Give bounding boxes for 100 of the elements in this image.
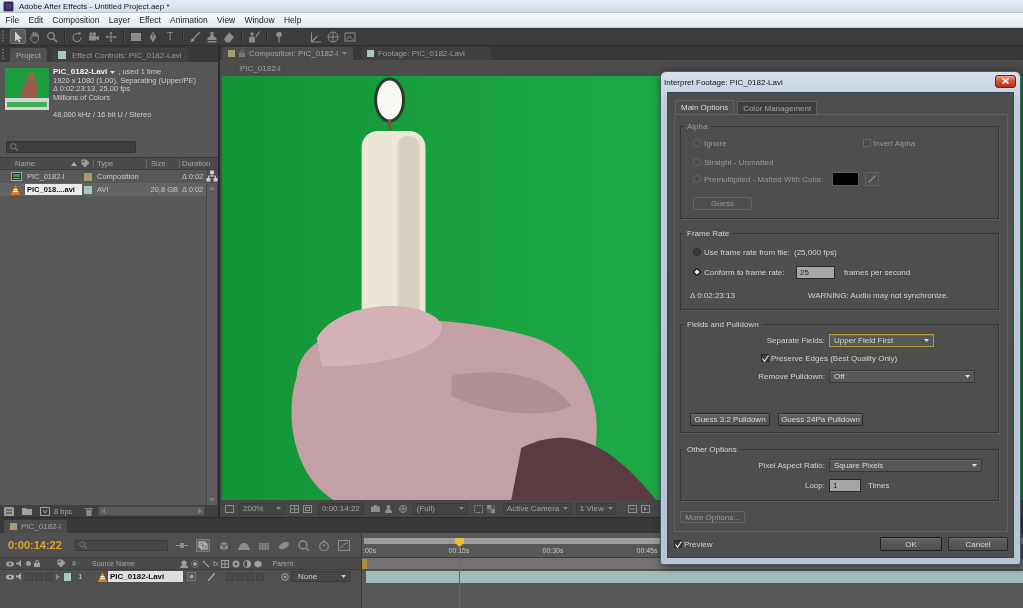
grid-box-icon <box>221 559 230 568</box>
scroll-right-icon[interactable] <box>198 508 203 514</box>
grid-icon[interactable] <box>290 504 299 513</box>
eye-icon[interactable] <box>6 573 14 580</box>
checkerboard-icon[interactable] <box>486 504 495 513</box>
pin-icon <box>273 30 285 43</box>
tool-button[interactable] <box>342 29 358 44</box>
marker-icon[interactable] <box>362 558 367 569</box>
menu-item[interactable]: Composition <box>47 15 105 25</box>
scrollbar[interactable] <box>98 506 206 516</box>
dialog-tab[interactable]: Color Management <box>737 101 818 114</box>
panel-tab[interactable]: Composition: PIC_0182-l <box>222 47 353 60</box>
time-display[interactable]: 0:00:14:22 <box>318 502 364 515</box>
magnifier-icon[interactable] <box>297 539 310 551</box>
close-icon <box>1002 78 1009 84</box>
cancel-button[interactable]: Cancel <box>948 537 1008 551</box>
lock-icon <box>34 560 40 567</box>
menu-item[interactable]: Window <box>239 15 280 25</box>
sort-arrow-icon[interactable] <box>71 161 77 166</box>
camera-view-dropdown[interactable]: Active Camera <box>502 502 572 515</box>
dot-box-icon[interactable] <box>187 572 196 581</box>
play-box-icon[interactable] <box>640 504 650 513</box>
current-time[interactable]: 0:00:14:22 <box>8 539 62 551</box>
dropdown[interactable]: Off <box>829 370 975 383</box>
type-tool-button[interactable]: T <box>162 29 178 44</box>
panel-tab[interactable]: Effect Controls: PIC_0182-Lavi <box>51 48 188 62</box>
ok-button[interactable]: OK <box>880 537 942 551</box>
dialog-tab[interactable]: Main Options <box>675 100 735 114</box>
resolution-dropdown[interactable]: (Full) <box>412 502 468 515</box>
panel-tab[interactable]: Project <box>10 48 47 62</box>
option-label: Invert Alpha <box>873 138 916 148</box>
person-icon[interactable] <box>384 504 392 513</box>
tool-button[interactable] <box>44 29 60 44</box>
parent-dropdown[interactable]: None <box>291 571 350 582</box>
dashed-rectangle-icon[interactable] <box>473 504 483 513</box>
label-swatch-icon[interactable] <box>64 572 71 581</box>
layer-name[interactable]: PIC_0182-Lavi <box>108 571 183 582</box>
menu-item[interactable]: Animation <box>165 15 213 25</box>
minus-box-icon[interactable] <box>627 504 637 513</box>
tool-button[interactable] <box>325 29 341 44</box>
tool-button[interactable] <box>69 29 85 44</box>
square-icon <box>366 50 374 57</box>
label-swatch-icon[interactable] <box>84 172 92 181</box>
group-title: Fields and Pulldown <box>686 320 760 329</box>
scroll-left-icon[interactable] <box>101 508 106 514</box>
rectangle-outline-icon[interactable] <box>225 504 234 513</box>
tool-button[interactable] <box>86 29 102 44</box>
search-field[interactable] <box>6 141 136 153</box>
menu-item[interactable]: View <box>212 15 240 25</box>
cube-icon[interactable] <box>217 539 230 551</box>
trash-icon[interactable] <box>85 506 94 516</box>
guess-pulldown-button[interactable]: Guess 3:2 Pulldown <box>690 413 770 426</box>
label-swatch-icon[interactable] <box>84 185 92 194</box>
caret-icon <box>965 375 970 378</box>
curve-graph-icon[interactable] <box>337 539 350 551</box>
target-icon[interactable] <box>281 572 289 581</box>
loop-input[interactable]: 1 <box>829 479 861 492</box>
layers-icon[interactable] <box>195 538 210 552</box>
menu-item[interactable]: File <box>1 15 24 25</box>
zoom-dropdown[interactable]: 200% <box>239 502 285 515</box>
stopwatch-icon[interactable] <box>317 539 330 551</box>
lock-icon[interactable] <box>239 50 245 57</box>
folder-icon[interactable] <box>22 507 32 515</box>
dropdown[interactable]: Upper Field First <box>829 334 934 347</box>
checkbox[interactable] <box>674 540 682 548</box>
camera-icon[interactable] <box>370 505 380 512</box>
screen-icon <box>11 172 22 181</box>
menu-item[interactable]: Edit <box>23 15 48 25</box>
option-label: Use frame rate from file: <box>704 247 790 257</box>
window-title: Adobe After Effects - Untitled Project.aep * <box>19 1 170 11</box>
close-button[interactable] <box>995 74 1016 88</box>
tool-button[interactable] <box>10 29 26 44</box>
nested-squares-icon[interactable] <box>303 504 312 513</box>
tool-button[interactable] <box>246 29 262 44</box>
guess-pulldown-button[interactable]: Guess 24Pa Pulldown <box>778 413 863 426</box>
menu-item[interactable]: Effect <box>134 15 166 25</box>
circle-cross-icon[interactable] <box>398 504 407 513</box>
tool-button[interactable] <box>103 29 119 44</box>
search-icon <box>10 143 18 151</box>
expand-arrow-icon[interactable] <box>56 573 60 580</box>
list-icon[interactable] <box>4 506 14 516</box>
option-label: Conform to frame rate: <box>704 267 785 277</box>
oval-icon[interactable] <box>277 539 290 551</box>
search-field[interactable] <box>74 539 168 551</box>
menu-item[interactable]: Help <box>279 15 306 25</box>
menu-item[interactable]: Layer <box>104 15 135 25</box>
scrollbar[interactable] <box>206 183 218 505</box>
dropdown[interactable]: Square Pixels <box>829 459 982 472</box>
flowchart-icon[interactable] <box>206 170 218 182</box>
view-layout-dropdown[interactable]: 1 View <box>575 502 616 515</box>
panel-tab[interactable]: Footage: PIC_0182-Lavi <box>360 47 491 60</box>
radio-button[interactable] <box>693 248 701 256</box>
breadcrumb[interactable]: PIC_0182-l <box>236 61 285 75</box>
frame-rate-input[interactable]: 25 <box>796 265 835 279</box>
radio-button[interactable] <box>693 268 701 276</box>
tool-button[interactable] <box>187 29 203 44</box>
arrow-box-icon[interactable] <box>40 506 50 516</box>
checkbox[interactable] <box>761 354 769 362</box>
playhead-marker[interactable] <box>455 538 465 547</box>
panel-tab[interactable]: PIC_0182-l <box>4 520 68 533</box>
